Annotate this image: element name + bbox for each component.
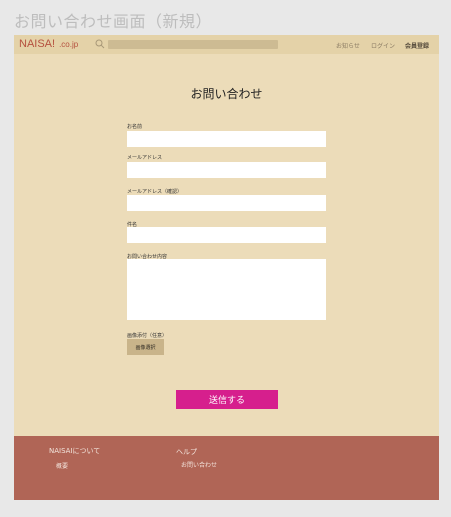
form-title: お問い合わせ <box>190 87 263 101</box>
footer-contact-link[interactable]: お問い合わせ <box>181 460 217 469</box>
email-confirm-field[interactable] <box>127 195 326 211</box>
footer-help-heading: ヘルプ <box>176 448 197 456</box>
logo-text: NAISA! <box>19 38 56 50</box>
site-header: NAISA! .co.jp お知らせ ログイン 会員登録 <box>14 35 439 54</box>
message-textarea[interactable] <box>127 259 326 320</box>
site-footer: NAISAIについて 概要 ヘルプ お問い合わせ <box>14 436 439 500</box>
image-select-button[interactable]: 画像選択 <box>127 339 164 355</box>
search-input[interactable] <box>108 40 278 49</box>
name-label: お名前 <box>127 124 143 130</box>
nav-news[interactable]: お知らせ <box>336 41 360 50</box>
site-logo[interactable]: NAISA! .co.jp <box>19 38 78 50</box>
footer-about-heading: NAISAIについて <box>49 447 101 455</box>
subject-field[interactable] <box>127 227 326 243</box>
logo-suffix: .co.jp <box>59 40 79 49</box>
attach-label: 画像添付（任意） <box>127 333 168 339</box>
email-field[interactable] <box>127 162 326 178</box>
email-label: メールアドレス <box>127 155 163 161</box>
name-field[interactable] <box>127 131 326 147</box>
submit-button[interactable]: 送信する <box>176 390 278 409</box>
page-frame: NAISA! .co.jp お知らせ ログイン 会員登録 お問い合わせ お名前 メ… <box>14 35 439 500</box>
email-confirm-label: メールアドレス（確認） <box>127 189 183 195</box>
nav-register[interactable]: 会員登録 <box>405 41 429 50</box>
nav-login[interactable]: ログイン <box>371 41 395 50</box>
footer-overview-link[interactable]: 概要 <box>56 461 68 470</box>
search-icon[interactable] <box>95 39 105 49</box>
page-heading: お問い合わせ画面（新規） <box>14 12 213 31</box>
